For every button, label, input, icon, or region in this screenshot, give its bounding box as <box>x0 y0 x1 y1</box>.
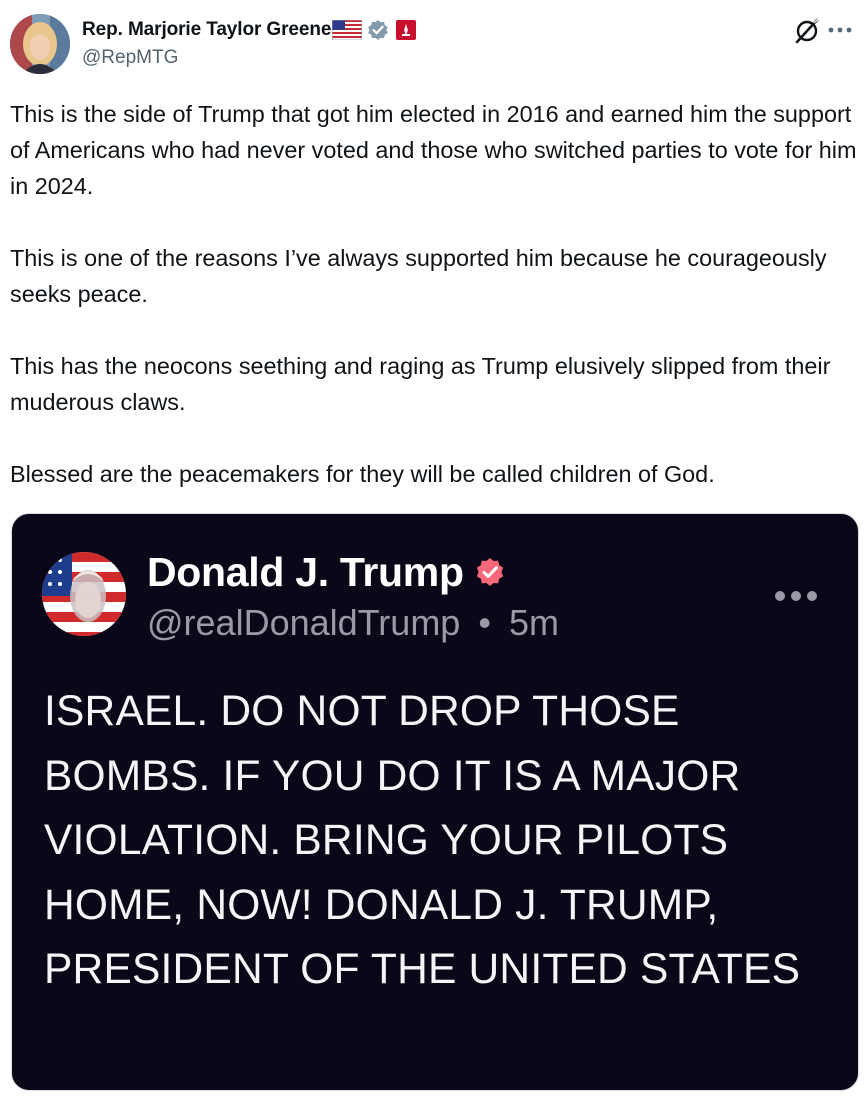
embedded-post-text: ISRAEL. DO NOT DROP THOSE BOMBS. IF YOU … <box>44 688 801 993</box>
embedded-post-image[interactable]: Donald J. Trump @realDonaldTrump • 5m IS… <box>11 513 859 1091</box>
verified-badge-icon[interactable] <box>367 19 389 41</box>
embedded-display-name: Donald J. Trump <box>147 548 464 595</box>
author-display-name[interactable]: Rep. Marjorie Taylor Greene <box>82 19 331 41</box>
avatar-image <box>10 14 70 74</box>
embedded-handle-row: @realDonaldTrump • 5m <box>147 602 559 644</box>
affiliate-badge-icon[interactable] <box>396 20 417 40</box>
author-name-row: Rep. Marjorie Taylor Greene <box>82 17 417 43</box>
embedded-separator: • <box>478 602 491 643</box>
author-handle[interactable]: @RepMTG <box>82 47 178 69</box>
embedded-name-row: Donald J. Trump <box>147 548 506 596</box>
post: Rep. Marjorie Taylor Greene @RepMTG This… <box>0 0 864 1104</box>
truth-verified-badge-icon <box>474 556 506 588</box>
tweet-paragraph: This has the neocons seething and raging… <box>10 353 831 415</box>
author-avatar[interactable] <box>10 14 70 74</box>
us-flag-icon <box>332 20 363 40</box>
embedded-author-avatar <box>42 552 126 636</box>
tweet-paragraph: Blessed are the peacemakers for they wil… <box>10 461 715 487</box>
embedded-time: 5m <box>508 602 559 643</box>
grok-icon[interactable] <box>794 18 820 44</box>
embedded-more-icon <box>772 586 820 606</box>
embedded-handle: @realDonaldTrump <box>147 602 461 643</box>
tweet-paragraph: This is the side of Trump that got him e… <box>10 101 857 199</box>
more-options-icon[interactable] <box>826 20 854 40</box>
tweet-paragraph: This is one of the reasons I’ve always s… <box>10 245 827 307</box>
tweet-text: This is the side of Trump that got him e… <box>10 96 862 492</box>
